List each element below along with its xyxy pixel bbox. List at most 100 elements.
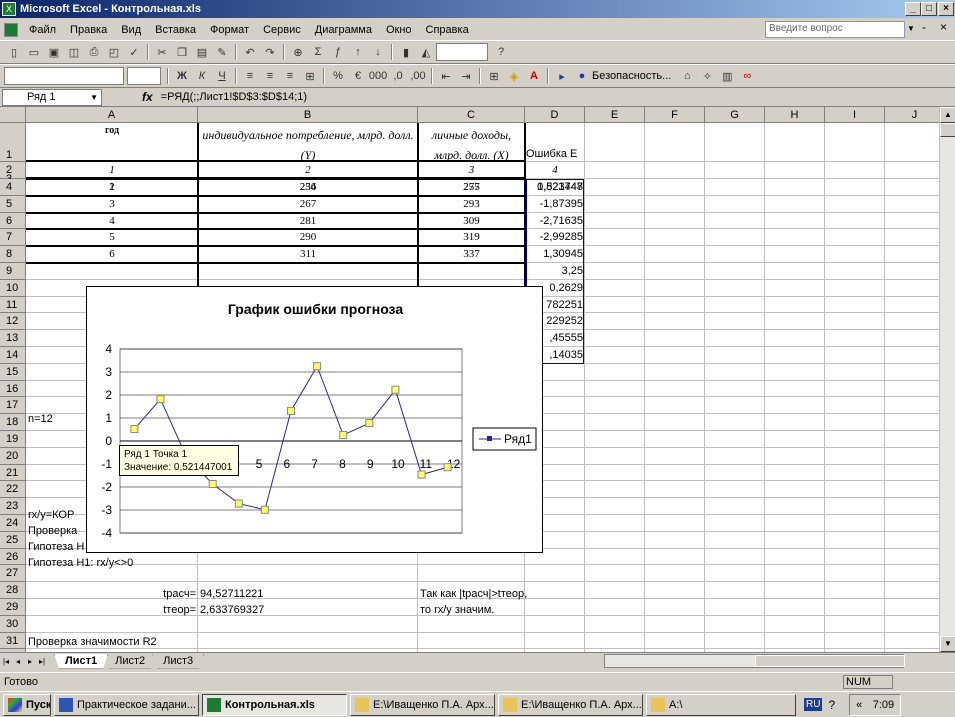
cell-a26[interactable]: Гипотеза H1: rx/y<>0 bbox=[28, 557, 133, 569]
taskbar-item-word[interactable]: Практическое задани... bbox=[54, 693, 199, 716]
cell-a7[interactable]: 5 bbox=[26, 231, 198, 243]
cell-c6[interactable]: 309 bbox=[418, 215, 525, 227]
security-dot-icon[interactable]: ● bbox=[574, 68, 590, 84]
row-header-27[interactable]: 27 bbox=[0, 565, 26, 583]
cell-a1[interactable]: год bbox=[26, 125, 198, 136]
excel-app-icon[interactable]: X bbox=[2, 2, 16, 16]
cell-a2[interactable]: 1 bbox=[26, 164, 198, 176]
control-toolbox-icon[interactable]: ⌂ bbox=[679, 68, 695, 84]
point-marker[interactable] bbox=[339, 431, 348, 440]
row-header-29[interactable]: 29 bbox=[0, 599, 26, 616]
col-header-e[interactable]: E bbox=[585, 107, 645, 123]
chart-plot[interactable]: 43210-1-2-3-4123456789101112Ряд1 bbox=[87, 287, 544, 554]
row-header-31[interactable]: 31 bbox=[0, 632, 26, 650]
research-icon[interactable]: ∞ bbox=[739, 68, 755, 84]
cell-a4[interactable]: 2 bbox=[26, 181, 198, 193]
scroll-thumb[interactable] bbox=[940, 123, 955, 137]
save-icon[interactable]: ▣ bbox=[46, 44, 62, 60]
hscroll-thumb[interactable] bbox=[755, 655, 906, 667]
row-header-12[interactable]: 12 bbox=[0, 313, 26, 331]
help-tray-icon[interactable]: ? bbox=[828, 698, 835, 712]
col-header-i[interactable]: I bbox=[825, 107, 885, 123]
cell-c4[interactable]: 275 bbox=[418, 181, 525, 193]
row-header-11[interactable]: 11 bbox=[0, 296, 26, 314]
cell-b4[interactable]: 254 bbox=[198, 181, 418, 193]
language-indicator[interactable]: RU bbox=[804, 698, 823, 711]
cell-b5[interactable]: 267 bbox=[198, 198, 418, 210]
align-center-icon[interactable]: ≡ bbox=[262, 68, 278, 84]
cell-a24[interactable]: Проверка bbox=[28, 525, 77, 537]
comma-icon[interactable]: 000 bbox=[369, 68, 387, 84]
row-header-5[interactable]: 5 bbox=[0, 195, 26, 213]
point-marker[interactable] bbox=[391, 385, 400, 394]
menu-edit[interactable]: Правка bbox=[63, 24, 114, 36]
col-header-h[interactable]: H bbox=[765, 107, 825, 123]
borders-icon[interactable]: ⊞ bbox=[486, 68, 502, 84]
cell-c2[interactable]: 3 bbox=[418, 164, 525, 176]
menu-chart[interactable]: Диаграмма bbox=[308, 24, 379, 36]
cell-d2[interactable]: 4 bbox=[525, 164, 585, 176]
cell-b29[interactable]: 2,633769327 bbox=[200, 604, 264, 616]
name-box[interactable]: Ряд 1 ▼ bbox=[2, 88, 102, 106]
cut-icon[interactable]: ✂ bbox=[154, 44, 170, 60]
row-header-30[interactable]: 30 bbox=[0, 615, 26, 633]
vertical-scrollbar[interactable]: ▲ ▼ bbox=[939, 107, 955, 652]
percent-icon[interactable]: % bbox=[330, 68, 346, 84]
row-header-2[interactable]: 2 bbox=[0, 162, 26, 179]
point-marker[interactable] bbox=[365, 419, 374, 428]
cell-c29[interactable]: то rx/y значим. bbox=[420, 604, 494, 616]
help-icon[interactable]: ? bbox=[493, 44, 509, 60]
menu-view[interactable]: Вид bbox=[114, 24, 148, 36]
cell-a28[interactable]: tрасч= bbox=[26, 588, 198, 600]
chart-area[interactable]: График ошибки прогноза 43210-1-2-3-41234… bbox=[86, 286, 543, 553]
menu-help[interactable]: Справка bbox=[419, 24, 476, 36]
function-icon[interactable]: ƒ bbox=[330, 44, 346, 60]
prev-sheet-icon[interactable]: ◂ bbox=[12, 657, 24, 666]
cell-c8[interactable]: 337 bbox=[418, 248, 525, 260]
point-marker[interactable] bbox=[130, 425, 139, 434]
underline-icon[interactable]: Ч bbox=[214, 68, 230, 84]
tools-icon[interactable]: ✧ bbox=[699, 68, 715, 84]
row-header-17[interactable]: 17 bbox=[0, 397, 26, 415]
cell-c7[interactable]: 319 bbox=[418, 231, 525, 243]
align-right-icon[interactable]: ≡ bbox=[282, 68, 298, 84]
point-marker[interactable] bbox=[287, 406, 295, 415]
name-box-dropdown-icon[interactable]: ▼ bbox=[90, 90, 98, 105]
outdent-icon[interactable]: ⇥ bbox=[458, 68, 474, 84]
hyperlink-icon[interactable]: ⊕ bbox=[290, 44, 306, 60]
cell-b6[interactable]: 281 bbox=[198, 215, 418, 227]
point-marker[interactable] bbox=[417, 470, 426, 479]
minimize-button[interactable]: _ bbox=[905, 2, 921, 16]
cell-c5[interactable]: 293 bbox=[418, 198, 525, 210]
point-marker[interactable] bbox=[260, 505, 269, 514]
start-button[interactable]: Пуск bbox=[3, 693, 51, 716]
select-all-corner[interactable] bbox=[0, 107, 26, 123]
point-marker[interactable] bbox=[313, 362, 322, 371]
point-marker[interactable] bbox=[443, 463, 452, 472]
taskbar-item-excel[interactable]: Контрольная.xls bbox=[202, 693, 347, 716]
sort-desc-icon[interactable]: ↓ bbox=[370, 44, 386, 60]
cell-d1[interactable]: Ошибка E bbox=[526, 148, 584, 160]
cell-b1[interactable]: индивидуальное потребление, млрд. долл. … bbox=[198, 125, 418, 165]
col-header-b[interactable]: B bbox=[198, 107, 418, 123]
last-sheet-icon[interactable]: ▸| bbox=[36, 657, 48, 666]
drawing-icon[interactable]: ◭ bbox=[418, 44, 434, 60]
row-header-23[interactable]: 23 bbox=[0, 498, 26, 515]
doc-close-icon[interactable]: × bbox=[940, 20, 947, 34]
next-sheet-icon[interactable]: ▸ bbox=[24, 657, 36, 666]
menu-file[interactable]: Файл bbox=[22, 24, 63, 36]
currency-icon[interactable]: € bbox=[350, 68, 366, 84]
merge-icon[interactable]: ⊞ bbox=[302, 68, 318, 84]
bold-icon[interactable]: Ж bbox=[174, 68, 190, 84]
row-header-19[interactable]: 19 bbox=[0, 431, 26, 448]
window-title-bar[interactable]: Microsoft Excel - Контрольная.xls bbox=[0, 0, 955, 18]
dec-decimal-icon[interactable]: ,00 bbox=[410, 68, 426, 84]
taskbar-item-drive-a[interactable]: A:\ bbox=[646, 693, 796, 716]
tray-expand-icon[interactable]: « bbox=[856, 699, 862, 711]
cell-a31[interactable]: Проверка значимости R2 bbox=[28, 636, 157, 648]
col-header-d[interactable]: D bbox=[525, 107, 585, 123]
taskbar-item-folder-2[interactable]: E:\Иващенко П.А. Арх... bbox=[498, 693, 643, 716]
row-header-10[interactable]: 10 bbox=[0, 279, 26, 297]
row-header-28[interactable]: 28 bbox=[0, 582, 26, 599]
cell-a23[interactable]: rx/y=КОР bbox=[28, 509, 74, 521]
